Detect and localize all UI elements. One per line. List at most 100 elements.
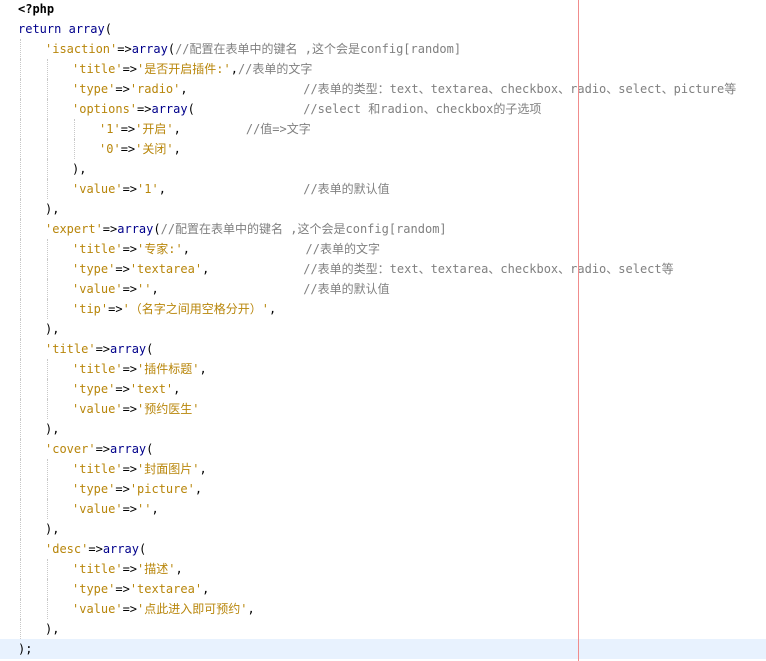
indent-guide [47, 59, 48, 79]
code-line-text: ), [45, 202, 60, 216]
code-line-text: <?php [18, 2, 55, 16]
indent-guide [20, 119, 21, 139]
code-line[interactable]: 'value'=>'', //表单的默认值 [0, 279, 766, 299]
indent-guide [20, 559, 21, 579]
indent-guide [47, 379, 48, 399]
indent-guide [47, 499, 48, 519]
code-line-text: 'value'=>'预约医生' [72, 402, 200, 416]
code-line-text: 'cover'=>array( [45, 442, 154, 456]
indent-guide [74, 119, 75, 139]
code-line-text: '1'=>'开启', //值=>文字 [99, 122, 311, 136]
indent-guide [20, 479, 21, 499]
code-line[interactable]: 'options'=>array( //select 和radion、check… [0, 99, 766, 119]
code-line[interactable]: ), [0, 619, 766, 639]
code-line[interactable]: 'cover'=>array( [0, 439, 766, 459]
code-line[interactable]: ); [0, 639, 766, 659]
code-line[interactable]: 'value'=>'1', //表单的默认值 [0, 179, 766, 199]
indent-guide [20, 299, 21, 319]
code-line-text: ), [45, 422, 60, 436]
indent-guide [20, 199, 21, 219]
indent-guide [47, 179, 48, 199]
right-margin-guide [578, 0, 579, 661]
code-line-text: return array( [18, 22, 112, 36]
code-line-text: 'expert'=>array(//配置在表单中的键名 ,这个会是config[… [45, 222, 447, 236]
code-line[interactable]: 'value'=>'', [0, 499, 766, 519]
code-line[interactable]: 'tip'=>'（名字之间用空格分开）', [0, 299, 766, 319]
code-line[interactable]: ), [0, 419, 766, 439]
indent-guide [20, 59, 21, 79]
code-line[interactable]: '1'=>'开启', //值=>文字 [0, 119, 766, 139]
code-line[interactable]: 'title'=>'专家:', //表单的文字 [0, 239, 766, 259]
code-line-text: 'type'=>'textarea', //表单的类型：text、textare… [72, 262, 674, 276]
code-line-text: 'type'=>'text', [72, 382, 181, 396]
code-line[interactable]: ), [0, 199, 766, 219]
code-line[interactable]: 'type'=>'picture', [0, 479, 766, 499]
code-line[interactable]: 'title'=>'封面图片', [0, 459, 766, 479]
code-line[interactable]: 'title'=>'插件标题', [0, 359, 766, 379]
indent-guide [47, 579, 48, 599]
code-line-text: 'title'=>'描述', [72, 562, 183, 576]
code-line[interactable]: ), [0, 519, 766, 539]
code-line-text: 'title'=>'专家:', //表单的文字 [72, 242, 380, 256]
code-line-text: 'title'=>'封面图片', [72, 462, 207, 476]
code-line[interactable]: '0'=>'关闭', [0, 139, 766, 159]
indent-guide [20, 619, 21, 639]
indent-guide [47, 399, 48, 419]
indent-guide [47, 79, 48, 99]
code-line[interactable]: 'type'=>'radio', //表单的类型：text、textarea、c… [0, 79, 766, 99]
code-line-text: ), [45, 322, 60, 336]
indent-guide [20, 359, 21, 379]
code-line[interactable]: 'value'=>'预约医生' [0, 399, 766, 419]
code-line-text: 'title'=>'插件标题', [72, 362, 207, 376]
indent-guide [20, 499, 21, 519]
indent-guide [47, 599, 48, 619]
code-line-text: 'title'=>array( [45, 342, 154, 356]
code-line[interactable]: 'type'=>'textarea', //表单的类型：text、textare… [0, 259, 766, 279]
code-line[interactable]: ), [0, 159, 766, 179]
indent-guide [20, 219, 21, 239]
code-line-text: 'value'=>'', [72, 502, 159, 516]
code-line[interactable]: 'title'=>'描述', [0, 559, 766, 579]
code-line[interactable]: 'title'=>array( [0, 339, 766, 359]
indent-guide [74, 139, 75, 159]
code-line-text: 'title'=>'是否开启插件:',//表单的文字 [72, 62, 313, 76]
indent-guide [20, 399, 21, 419]
indent-guide [20, 79, 21, 99]
indent-guide [20, 459, 21, 479]
indent-guide [20, 179, 21, 199]
indent-guide [47, 239, 48, 259]
indent-guide [20, 319, 21, 339]
indent-guide [47, 559, 48, 579]
code-line-text: 'isaction'=>array(//配置在表单中的键名 ,这个会是confi… [45, 42, 462, 56]
code-line[interactable]: ), [0, 319, 766, 339]
indent-guide [20, 159, 21, 179]
indent-guide [47, 359, 48, 379]
code-line[interactable]: 'title'=>'是否开启插件:',//表单的文字 [0, 59, 766, 79]
code-editor[interactable]: <?php return array( 'isaction'=>array(//配置… [0, 0, 766, 661]
code-line-text: ), [45, 522, 60, 536]
code-line-text: ); [18, 642, 33, 656]
indent-guide [47, 299, 48, 319]
indent-guide [20, 439, 21, 459]
indent-guide [20, 339, 21, 359]
code-line[interactable]: 'value'=>'点此进入即可预约', [0, 599, 766, 619]
indent-guide [20, 379, 21, 399]
code-line[interactable]: 'type'=>'textarea', [0, 579, 766, 599]
indent-guide [20, 539, 21, 559]
indent-guide [20, 39, 21, 59]
indent-guide [20, 279, 21, 299]
code-line[interactable]: 'expert'=>array(//配置在表单中的键名 ,这个会是config[… [0, 219, 766, 239]
code-line[interactable]: 'desc'=>array( [0, 539, 766, 559]
code-line-text: 'type'=>'picture', [72, 482, 203, 496]
code-line-text: 'type'=>'textarea', [72, 582, 210, 596]
code-line[interactable]: return array( [0, 19, 766, 39]
code-line[interactable]: 'isaction'=>array(//配置在表单中的键名 ,这个会是confi… [0, 39, 766, 59]
code-line-text: 'value'=>'', //表单的默认值 [72, 282, 390, 296]
code-line[interactable]: 'type'=>'text', [0, 379, 766, 399]
indent-guide [47, 479, 48, 499]
code-line[interactable]: <?php [0, 0, 766, 19]
code-line-text: 'desc'=>array( [45, 542, 147, 556]
indent-guide [47, 99, 48, 119]
indent-guide [20, 139, 21, 159]
indent-guide [20, 519, 21, 539]
